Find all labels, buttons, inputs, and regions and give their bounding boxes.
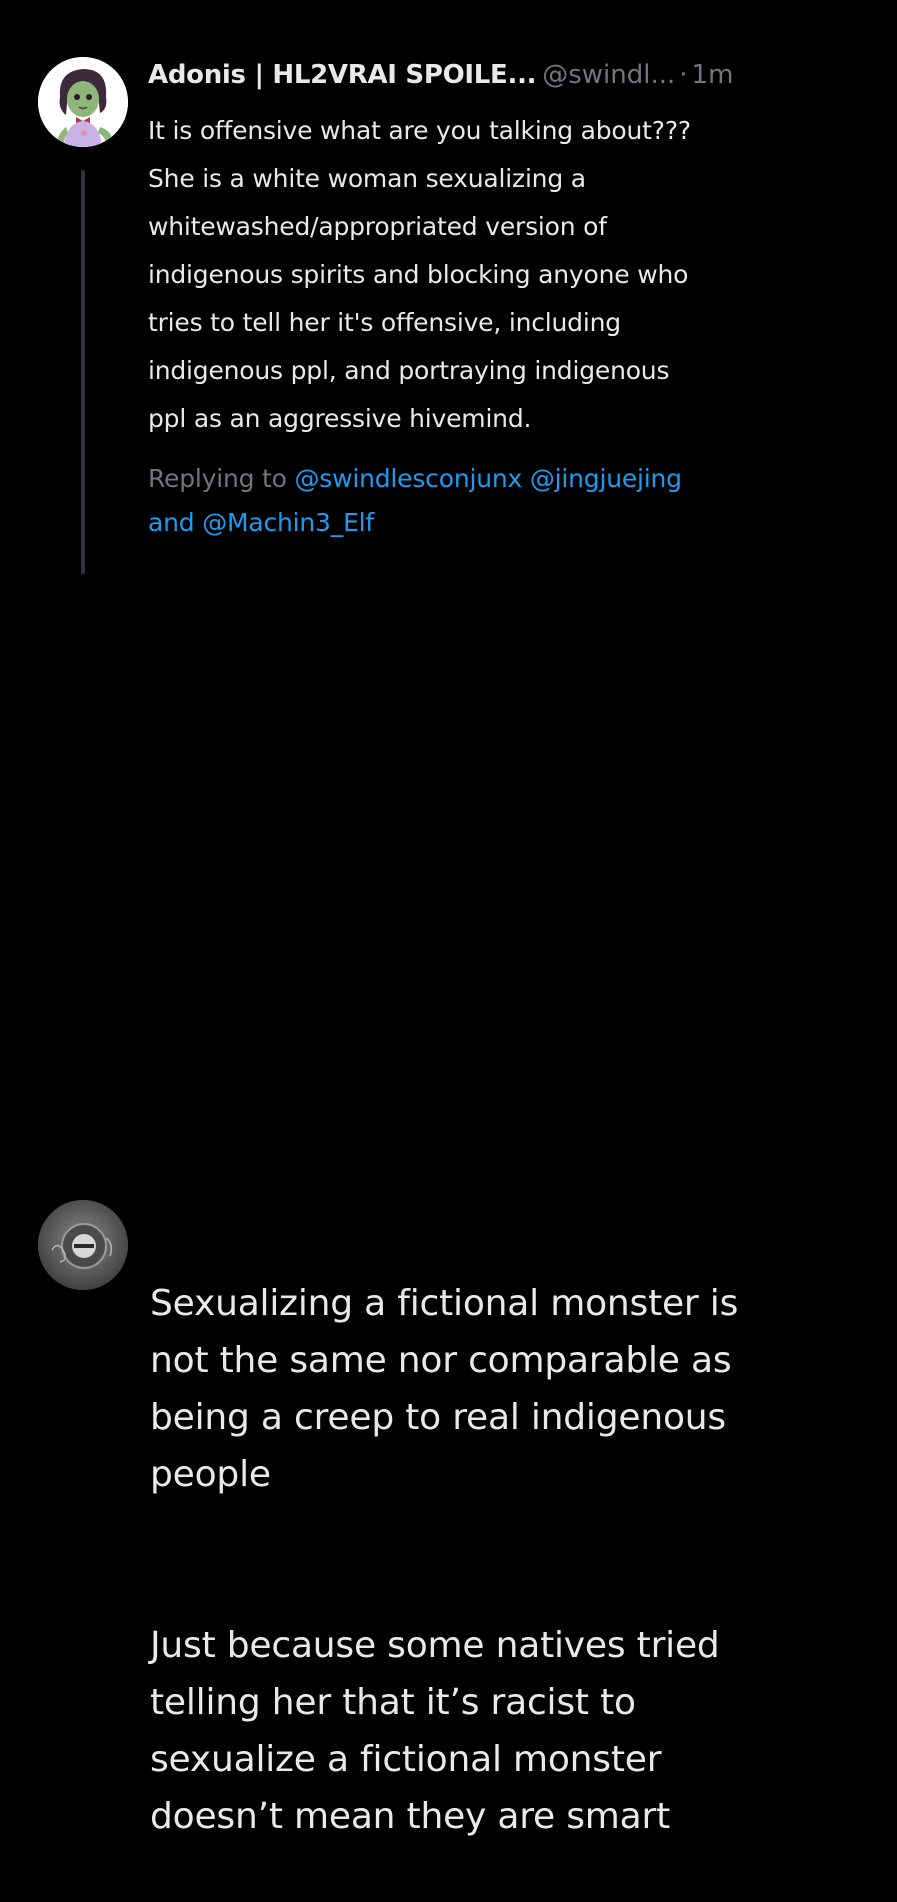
and-text: and (148, 508, 195, 537)
mention-link[interactable]: @jingjuejing (530, 464, 682, 493)
tweet-reply[interactable]: Sexualizing a fictional monster is not t… (0, 590, 897, 1837)
tweet-text: It is offensive what are you talking abo… (148, 116, 691, 433)
user-handle[interactable]: @swindl... (542, 60, 675, 90)
tweet-paragraph: Just because some natives tried telling … (150, 1625, 720, 1837)
tweet-text: Sexualizing a fictional monster is not t… (150, 1218, 870, 1902)
cartoon-character-avatar-icon (38, 57, 128, 147)
avatar[interactable] (38, 1200, 128, 1290)
dark-gray-avatar-icon (38, 1200, 128, 1290)
tweet-reply-parent[interactable]: Adonis | HL2VRAI SPOILE... @swindl... · 1m … (0, 0, 897, 590)
separator-dot: · (679, 60, 688, 90)
display-name[interactable]: Adonis | HL2VRAI SPOILE... (148, 60, 537, 90)
replying-to-label: Replying to (148, 464, 287, 493)
tweet-paragraph: Sexualizing a fictional monster is not t… (150, 1283, 739, 1495)
thread-connector-line (81, 170, 85, 574)
avatar[interactable] (38, 57, 128, 147)
mention-link[interactable]: @Machin3_Elf (202, 508, 374, 537)
timestamp[interactable]: 1m (692, 60, 734, 90)
mention-link[interactable]: @swindlesconjunx (295, 464, 523, 493)
replying-to: Replying to @swindlesconjunx @jingjuejin… (148, 457, 868, 545)
tweet-header: Adonis | HL2VRAI SPOILE... @swindl... · 1m (148, 55, 733, 95)
